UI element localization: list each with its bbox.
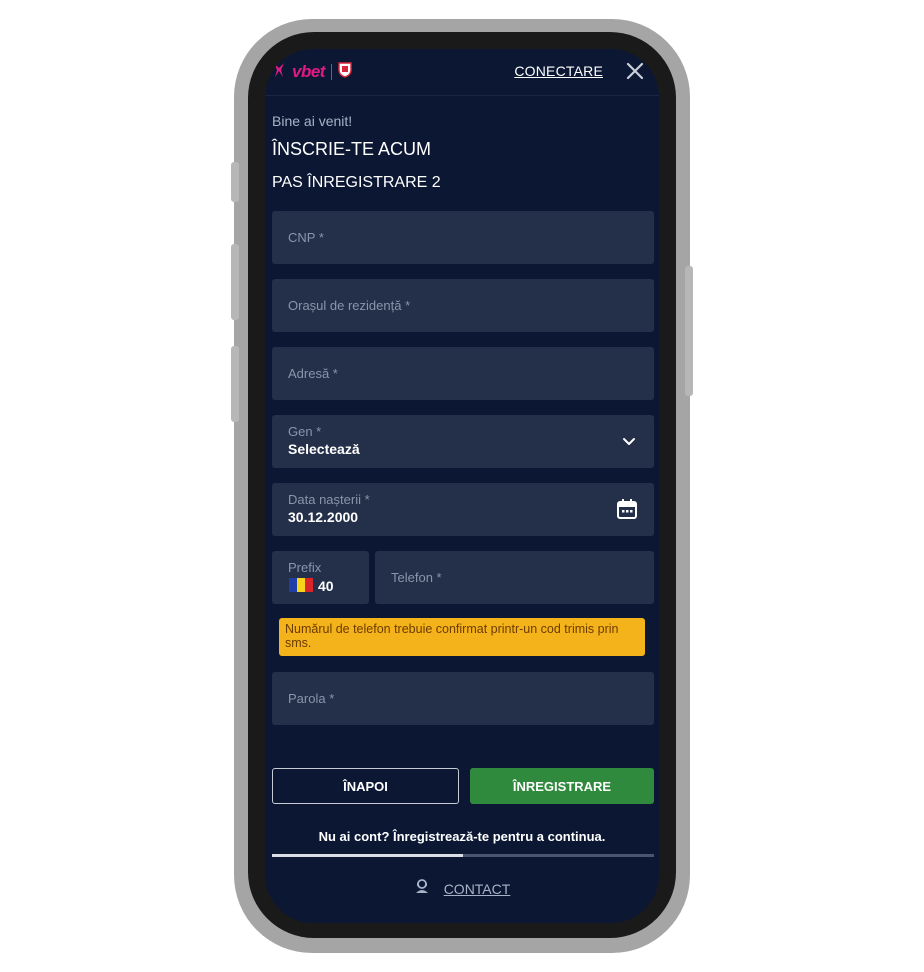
welcome-text: Bine ai venit! <box>272 113 353 129</box>
city-field[interactable]: Orașul de rezidență * <box>272 279 654 332</box>
step-progress-bar <box>272 854 654 857</box>
vbet-logo-icon <box>272 62 286 83</box>
register-button[interactable]: ÎNREGISTRARE <box>470 768 654 804</box>
app-header: vbet CONECTARE <box>265 49 659 96</box>
chevron-down-icon <box>622 434 636 452</box>
phone-confirmation-notice: Numărul de telefon trebuie confirmat pri… <box>279 618 645 656</box>
password-field-label: Parola * <box>288 691 335 706</box>
phone-screen: vbet CONECTARE Bine ai venit! ÎNSCRIE-TE… <box>265 49 659 923</box>
phone-volume-down <box>231 346 239 422</box>
phone-field[interactable]: Telefon * <box>375 551 654 604</box>
phone-power-button <box>685 266 693 396</box>
contact-label: CONTACT <box>443 880 511 897</box>
close-icon[interactable] <box>625 61 645 81</box>
support-agent-icon <box>414 878 430 899</box>
back-button[interactable]: ÎNAPOI <box>272 768 459 804</box>
logo-text: vbet <box>292 62 325 81</box>
login-link[interactable]: CONECTARE <box>514 63 603 79</box>
contact-link[interactable]: CONTACT <box>265 878 659 899</box>
phone-field-label: Telefon * <box>391 570 442 585</box>
gender-select-label: Gen * <box>288 424 322 439</box>
address-field[interactable]: Adresă * <box>272 347 654 400</box>
gender-select-value: Selectează <box>288 441 360 457</box>
birthdate-field-label: Data nașterii * <box>288 492 370 507</box>
birthdate-field-value: 30.12.2000 <box>288 509 359 525</box>
phone-volume-up <box>231 244 239 320</box>
phone-prefix-value: 40 <box>318 578 334 594</box>
phone-prefix-label: Prefix <box>288 560 322 575</box>
signup-prompt: Nu ai cont? Înregistrează-te pentru a co… <box>318 829 606 844</box>
phone-side-button <box>231 162 239 202</box>
city-field-label: Orașul de rezidență * <box>288 298 411 313</box>
phone-prefix-select[interactable]: Prefix 40 <box>272 551 369 604</box>
address-field-label: Adresă * <box>288 366 338 381</box>
romania-flag-icon <box>289 578 313 592</box>
page-title: ÎNSCRIE-TE ACUM <box>272 139 432 159</box>
step-title: PAS ÎNREGISTRARE 2 <box>272 174 441 191</box>
cnp-field[interactable]: CNP * <box>272 211 654 264</box>
brand-logo[interactable]: vbet <box>272 61 352 83</box>
cnp-field-label: CNP * <box>288 230 324 245</box>
birthdate-field[interactable]: Data nașterii * 30.12.2000 <box>272 483 654 536</box>
crest-icon <box>338 61 352 83</box>
gender-select[interactable]: Gen * Selectează <box>272 415 654 468</box>
calendar-icon[interactable] <box>616 498 638 525</box>
step-progress-fill <box>272 854 463 857</box>
logo-divider <box>330 64 332 80</box>
password-field[interactable]: Parola * <box>272 672 654 725</box>
